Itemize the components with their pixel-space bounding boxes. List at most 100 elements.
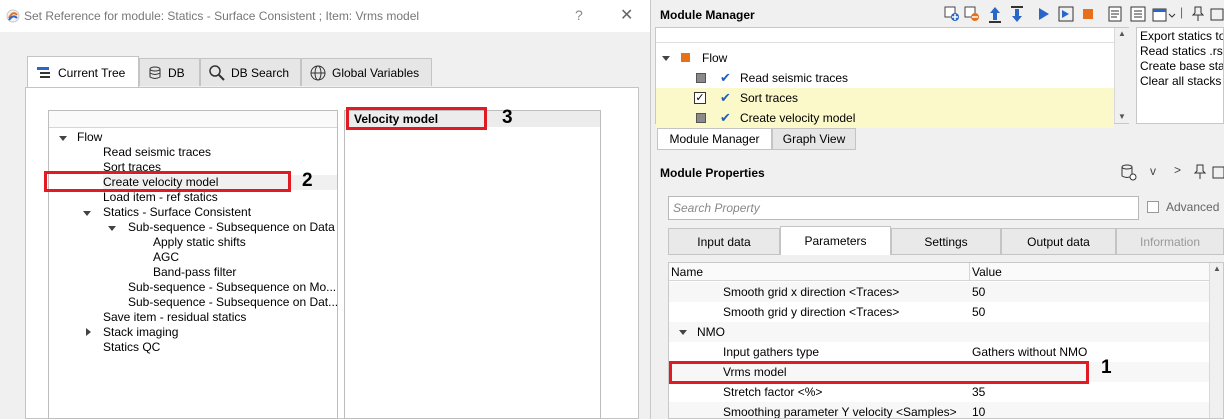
tab-label: DB (168, 65, 185, 80)
tab-db-search[interactable]: DB Search (200, 58, 301, 86)
property-row[interactable]: Input gathers type Gathers without NMO (669, 342, 1209, 362)
tree-header (656, 28, 1114, 43)
highlight-box-2 (44, 171, 291, 192)
add-module-icon[interactable] (944, 6, 960, 22)
property-group-nmo[interactable]: NMO (669, 322, 1209, 342)
property-row[interactable]: Stretch factor <%> 35 (669, 382, 1209, 402)
property-row[interactable]: Smoothing parameter Y velocity <Samples>… (669, 402, 1209, 419)
collapsed-arrow-icon[interactable] (86, 328, 91, 336)
tab-global-variables[interactable]: Global Variables (301, 58, 432, 86)
module-state-icon[interactable] (696, 73, 706, 83)
module-row[interactable]: ✔ Create velocity model (656, 108, 1114, 128)
pin-icon[interactable] (1192, 6, 1204, 22)
module-state-icon[interactable] (696, 113, 706, 123)
tree-item[interactable]: Save item - residual statics (103, 310, 246, 325)
expand-arrow-icon[interactable] (83, 211, 91, 216)
enabled-check-icon[interactable]: ✔ (720, 88, 731, 108)
module-manager-title: Module Manager (660, 8, 755, 22)
tab-settings[interactable]: Settings (891, 228, 1001, 255)
tree-item[interactable]: AGC (153, 250, 179, 265)
maximize-icon[interactable] (1210, 6, 1224, 22)
grid-scrollbar[interactable]: ▲ (1209, 263, 1223, 418)
advanced-label: Advanced (1166, 200, 1220, 214)
property-value[interactable]: 10 (972, 402, 985, 418)
tree-item[interactable]: Statics QC (103, 340, 160, 355)
move-down-icon[interactable] (1010, 5, 1024, 23)
pin-icon[interactable] (1194, 164, 1206, 180)
close-button[interactable]: ✕ (620, 5, 633, 25)
column-value[interactable]: Value (972, 265, 1002, 279)
module-manager-tree: Flow ✔ Read seismic traces ✓ ✔ Sort trac… (655, 27, 1129, 128)
expand-arrow-icon[interactable] (59, 136, 67, 141)
search-property-input[interactable]: Search Property (668, 196, 1139, 220)
search-icon (209, 64, 225, 81)
maximize-icon[interactable] (1212, 164, 1224, 180)
tree-item[interactable]: Sub-sequence - Subsequence on Dat... (128, 295, 338, 310)
tab-db[interactable]: DB (139, 58, 200, 86)
tab-current-tree[interactable]: Current Tree (27, 56, 139, 88)
tab-output-data[interactable]: Output data (1001, 228, 1116, 255)
globe-icon (310, 65, 326, 80)
remove-module-icon[interactable] (964, 6, 980, 22)
module-row[interactable]: ✓ ✔ Sort traces (656, 88, 1114, 108)
list-icon[interactable] (1130, 6, 1146, 22)
highlight-box-3 (346, 107, 487, 130)
property-value[interactable]: 35 (972, 382, 985, 402)
tab-input-data[interactable]: Input data (668, 228, 780, 255)
move-up-icon[interactable] (988, 5, 1002, 23)
dialog-title-bar: Set Reference for module: Statics - Surf… (0, 0, 650, 32)
property-row[interactable]: Smooth grid x direction <Traces> 50 (669, 282, 1209, 302)
run-icon[interactable] (1038, 7, 1050, 21)
tree-item-stack-imaging[interactable]: Stack imaging (86, 325, 178, 340)
expand-arrow-icon[interactable] (679, 330, 687, 335)
module-row[interactable]: ✔ Read seismic traces (656, 68, 1114, 88)
property-row[interactable]: Smooth grid y direction <Traces> 50 (669, 302, 1209, 322)
help-button[interactable]: ? (575, 7, 583, 23)
side-list-item[interactable]: Export statics to (1140, 29, 1223, 44)
advanced-checkbox[interactable] (1147, 201, 1159, 213)
stop-icon[interactable] (1082, 8, 1094, 20)
tab-parameters[interactable]: Parameters (780, 226, 891, 255)
property-value[interactable]: Gathers without NMO (972, 342, 1087, 362)
tree-item-statics[interactable]: Statics - Surface Consistent (83, 205, 251, 220)
property-value[interactable]: 50 (972, 302, 985, 322)
expand-arrow-icon[interactable] (108, 226, 116, 231)
chevron-down-icon[interactable]: v (1150, 164, 1156, 178)
expand-arrow-icon[interactable] (662, 56, 670, 61)
side-list-item[interactable]: Create base stac (1140, 59, 1223, 74)
side-list-item[interactable]: Read statics .rsta (1140, 44, 1223, 59)
side-list-item[interactable]: Clear all stacks (1140, 74, 1223, 89)
flow-label: Flow (702, 51, 728, 65)
column-divider (969, 263, 970, 280)
tree-item[interactable]: Band-pass filter (153, 265, 236, 280)
scroll-up-icon[interactable]: ▲ (1213, 264, 1221, 273)
enabled-check-icon[interactable]: ✔ (720, 108, 731, 128)
item-list: Velocity model (344, 110, 601, 419)
run-to-icon[interactable] (1058, 6, 1074, 22)
tab-information[interactable]: Information (1116, 228, 1224, 255)
flow-node[interactable]: Flow (656, 48, 1114, 68)
tree-scrollbar[interactable]: ▲ ▼ (1114, 28, 1129, 123)
document-icon[interactable] (1108, 6, 1122, 22)
layout-dropdown-icon[interactable] (1152, 5, 1176, 23)
scroll-down-icon[interactable]: ▼ (1118, 112, 1126, 121)
module-label: Create velocity model (740, 111, 856, 125)
tree-item[interactable]: Read seismic traces (103, 145, 211, 160)
property-name: Smoothing parameter Y velocity <Samples> (723, 405, 957, 419)
module-checkbox[interactable]: ✓ (694, 92, 706, 104)
dialog-title: Set Reference for module: Statics - Surf… (24, 9, 420, 23)
database-settings-icon[interactable] (1120, 164, 1138, 182)
tab-module-manager[interactable]: Module Manager (657, 128, 772, 150)
tab-graph-view[interactable]: Graph View (772, 128, 856, 150)
scroll-up-icon[interactable]: ▲ (1118, 29, 1126, 38)
enabled-check-icon[interactable]: ✔ (720, 68, 731, 88)
chevron-right-icon[interactable]: > (1174, 163, 1181, 177)
tree-item[interactable]: Sub-sequence - Subsequence on Mo... (128, 280, 336, 295)
tree-item[interactable]: Load item - ref statics (103, 190, 218, 205)
column-name[interactable]: Name (671, 265, 703, 279)
tree-item-flow[interactable]: Flow (59, 130, 102, 145)
tree-item[interactable]: Apply static shifts (153, 235, 246, 250)
property-name: Input gathers type (723, 345, 820, 359)
tree-item-subsequence[interactable]: Sub-sequence - Subsequence on Data (108, 220, 335, 235)
property-value[interactable]: 50 (972, 282, 985, 302)
